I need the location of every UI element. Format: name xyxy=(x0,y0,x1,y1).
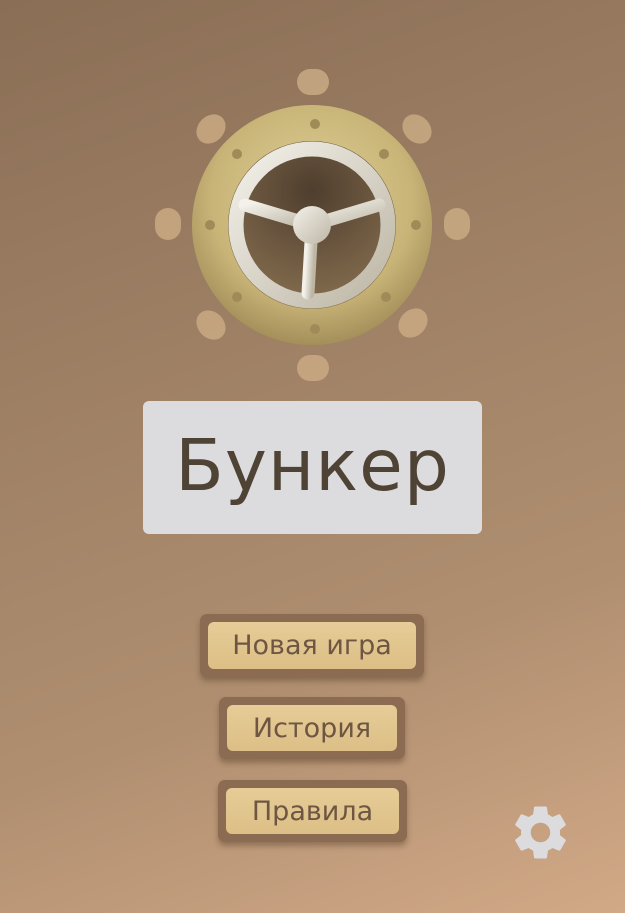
app-title: Бункер xyxy=(175,424,450,507)
rules-button[interactable]: Правила xyxy=(218,780,407,842)
new-game-label: Новая игра xyxy=(208,622,416,669)
new-game-button[interactable]: Новая игра xyxy=(200,614,424,677)
rules-label: Правила xyxy=(226,788,399,834)
history-label: История xyxy=(227,705,397,751)
title-panel: Бункер xyxy=(143,401,482,534)
history-button[interactable]: История xyxy=(219,697,405,759)
gear-icon xyxy=(515,806,566,859)
settings-button[interactable] xyxy=(508,800,573,865)
bunker-hatch-wheel-icon xyxy=(150,65,475,390)
